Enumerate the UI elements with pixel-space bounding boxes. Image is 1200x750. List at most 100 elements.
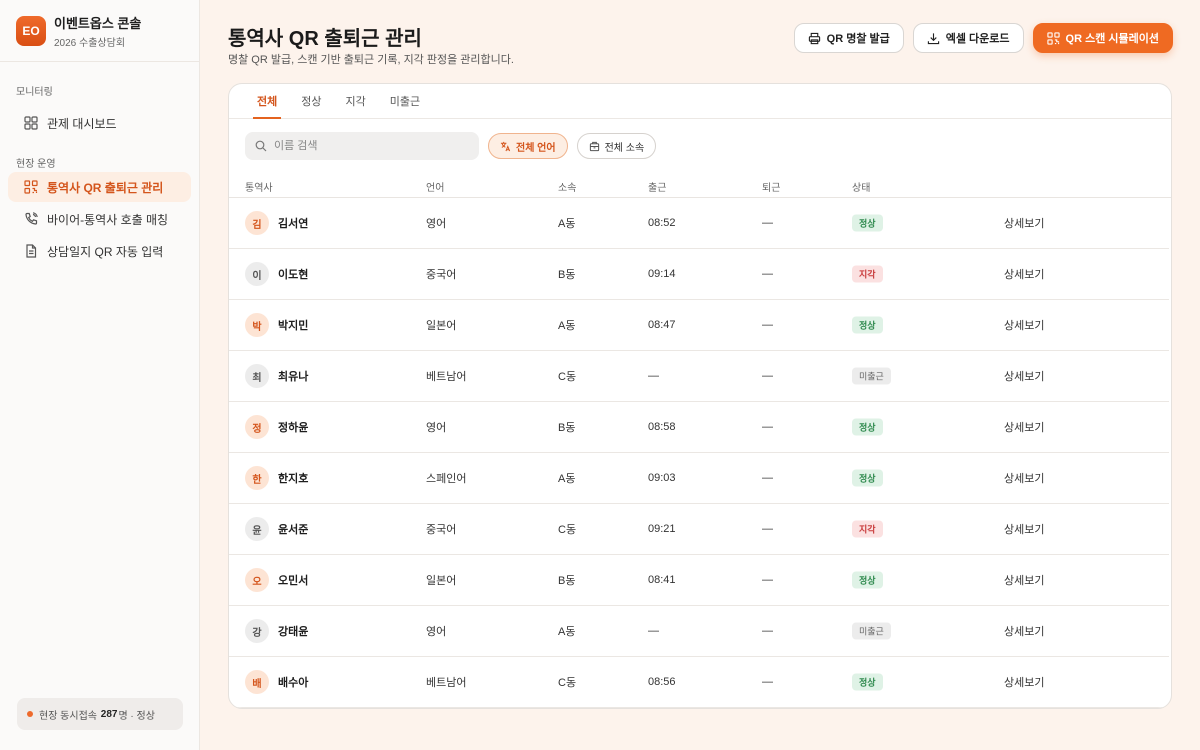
attendance-card: 전체 정상 지각 미출근 전체 언어 전체 소속 [228,83,1172,709]
brand-name: 이벤트옵스 콘솔 [54,15,142,31]
avatar: 배 [245,670,269,694]
column-header-name: 통역사 [245,183,273,194]
interpreter-name: 이도현 [278,269,309,281]
department-cell: C동 [558,524,577,536]
check-in-cell: 09:03 [648,472,676,484]
table-row: 박 박지민 일본어 A동 08:47 — 정상 상세보기 [229,300,1169,351]
status-cell: 정상 [852,469,883,487]
language-filter-chip[interactable]: 전체 언어 [488,133,568,159]
tab-late[interactable]: 지각 [334,84,378,118]
check-in-cell: 09:14 [648,268,676,280]
sidebar-item-dashboard[interactable]: 관제 대시보드 [8,108,191,138]
detail-link[interactable]: 상세보기 [1004,572,1044,588]
sidebar-item-consult-log[interactable]: 상담일지 QR 자동 입력 [8,236,191,266]
interpreter-name: 강태윤 [278,626,309,638]
search-input[interactable] [274,140,464,152]
department-cell: B동 [558,422,576,434]
status-cell: 정상 [852,316,883,334]
interpreter-name: 최유나 [278,371,309,383]
translate-icon [500,141,511,152]
status-tabs: 전체 정상 지각 미출근 [229,84,1171,119]
status-badge: 정상 [852,469,883,487]
interpreter-name: 오민서 [278,575,309,587]
interpreter-cell: 이 이도현 [245,262,308,286]
phone-icon [24,212,38,226]
check-out-cell: — [762,319,773,331]
avatar: 이 [245,262,269,286]
language-cell: 영어 [426,422,447,434]
department-cell: B동 [558,575,576,587]
check-out-cell: — [762,523,773,535]
avatar: 윤 [245,517,269,541]
interpreter-cell: 박 박지민 [245,313,308,337]
detail-link[interactable]: 상세보기 [1004,623,1044,639]
detail-link[interactable]: 상세보기 [1004,317,1044,333]
avatar: 김 [245,211,269,235]
status-badge: 정상 [852,673,883,691]
detail-link[interactable]: 상세보기 [1004,419,1044,435]
check-in-cell: 08:41 [648,574,676,586]
sidebar-item-label: 상담일지 QR 자동 입력 [47,244,164,259]
status-cell: 미출근 [852,622,891,640]
excel-download-button[interactable]: 엑셀 다운로드 [912,23,1024,53]
sidebar-item-buyer-matching[interactable]: 바이어-통역사 호출 매칭 [8,204,191,234]
department-cell: A동 [558,473,576,485]
table-row: 윤 윤서준 중국어 C동 09:21 — 지각 상세보기 [229,504,1169,555]
excel-download-label: 엑셀 다운로드 [945,33,1010,45]
detail-link[interactable]: 상세보기 [1004,674,1044,690]
status-cell: 정상 [852,214,883,232]
department-cell: A동 [558,626,576,638]
column-header-language: 언어 [426,183,445,194]
qr-scan-simulation-button[interactable]: QR 스캔 시뮬레이션 [1032,23,1173,53]
detail-link[interactable]: 상세보기 [1004,521,1044,537]
sidebar-item-qr-attendance[interactable]: 통역사 QR 출퇴근 관리 [8,172,191,202]
main-content: 통역사 QR 출퇴근 관리 명찰 QR 발급, 스캔 기반 출퇴근 기록, 지각… [200,0,1200,750]
department-cell: C동 [558,371,577,383]
printer-icon [808,32,821,45]
table-header: 통역사 언어 소속 출근 퇴근 상태 [229,175,1171,198]
interpreter-cell: 윤 윤서준 [245,517,308,541]
check-out-cell: — [762,574,773,586]
department-cell: A동 [558,320,576,332]
detail-link[interactable]: 상세보기 [1004,215,1044,231]
status-suffix: 명 · 정상 [118,710,155,722]
status-prefix: 현장 동시접속 [39,710,97,722]
qr-badge-issue-button[interactable]: QR 명찰 발급 [793,23,904,53]
status-cell: 정상 [852,571,883,589]
interpreter-cell: 정 정하윤 [245,415,308,439]
interpreter-name: 박지민 [278,320,309,332]
tab-all[interactable]: 전체 [245,84,289,119]
language-cell: 일본어 [426,575,457,587]
check-out-cell: — [762,268,773,280]
language-cell: 베트남어 [426,371,467,383]
brand: EO 이벤트옵스 콘솔 2026 수출상담회 [0,0,199,62]
tab-absent[interactable]: 미출근 [378,84,432,118]
detail-link[interactable]: 상세보기 [1004,368,1044,384]
avatar: 박 [245,313,269,337]
check-in-cell: — [648,370,659,382]
status-count: 287 [100,708,118,720]
avatar: 강 [245,619,269,643]
status-cell: 정상 [852,418,883,436]
status-badge: 정상 [852,214,883,232]
table-row: 김 김서연 영어 A동 08:52 — 정상 상세보기 [229,198,1169,249]
search-icon [255,140,267,152]
nav-section-monitoring: 모니터링 [16,87,53,98]
detail-link[interactable]: 상세보기 [1004,470,1044,486]
column-header-status: 상태 [852,183,871,194]
table-row: 오 오민서 일본어 B동 08:41 — 정상 상세보기 [229,555,1169,606]
column-header-check-out: 퇴근 [762,183,781,194]
qr-icon [1046,31,1060,45]
interpreter-cell: 오 오민서 [245,568,308,592]
table-row: 한 한지호 스페인어 A동 09:03 — 정상 상세보기 [229,453,1169,504]
status-badge: 지각 [852,265,883,283]
tab-normal[interactable]: 정상 [289,84,333,118]
interpreter-name: 배수아 [278,677,309,689]
document-icon [24,244,38,258]
brand-logo: EO [16,15,46,46]
department-filter-chip[interactable]: 전체 소속 [576,133,657,159]
page-subtitle: 명찰 QR 발급, 스캔 기반 출퇴근 기록, 지각 판정을 관리합니다. [228,54,514,66]
table-body: 김 김서연 영어 A동 08:52 — 정상 상세보기 이 이도현 중국어 B동… [229,198,1169,708]
detail-link[interactable]: 상세보기 [1004,266,1044,282]
brand-subtitle: 2026 수출상담회 [54,37,126,49]
